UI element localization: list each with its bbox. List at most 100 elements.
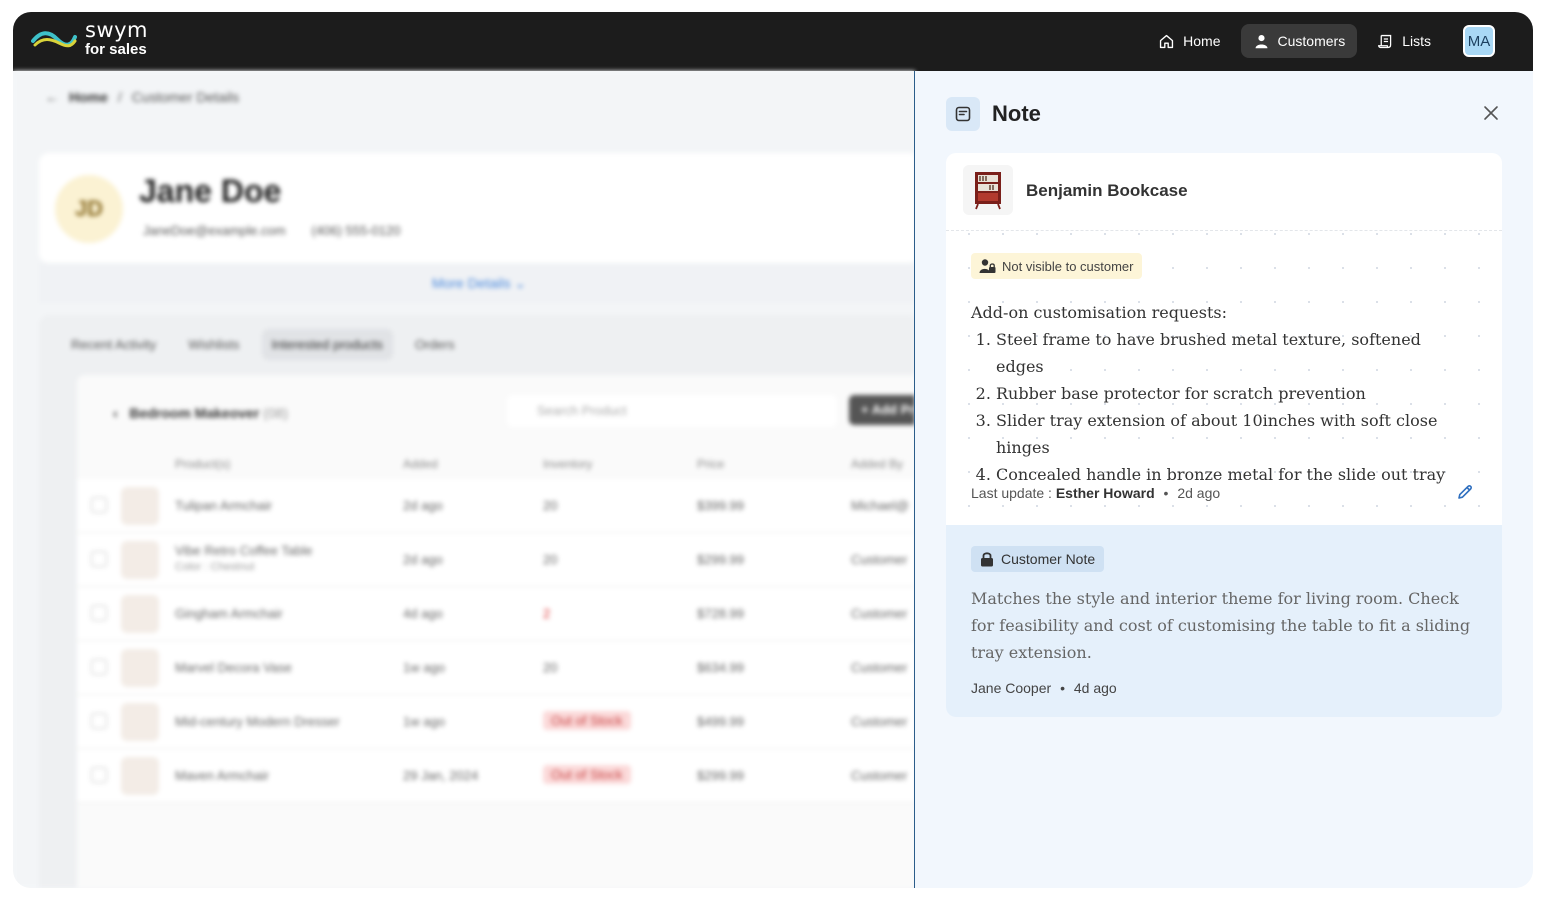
tab-interested-products[interactable]: Interested products [261, 329, 393, 360]
product-header: Benjamin Bookcase [946, 153, 1502, 231]
table-header: Product(s) Added Inventory Price Added B… [77, 449, 915, 479]
added-time: 2d ago [403, 498, 443, 513]
visibility-badge-label: Not visible to customer [1002, 258, 1134, 274]
row-checkbox[interactable] [91, 551, 107, 567]
main-nav: Home Customers Lists MA [1146, 24, 1495, 58]
product-name: Gingham Armchair [175, 606, 283, 621]
table-row[interactable]: Maven Armchair 29 Jan, 2024 Out of Stock… [77, 749, 915, 803]
meta-separator: • [1060, 680, 1065, 696]
row-checkbox[interactable] [91, 605, 107, 621]
product-name: Benjamin Bookcase [1026, 181, 1188, 200]
last-update-label: Last update : [971, 485, 1052, 501]
out-of-stock-badge: Out of Stock [543, 765, 631, 784]
nav-lists-label: Lists [1402, 33, 1431, 49]
row-checkbox[interactable] [91, 713, 107, 729]
breadcrumb: ← Home / Customer Details [45, 89, 239, 105]
logo-wordmark: swym [85, 18, 149, 42]
col-inventory: Inventory [543, 457, 593, 471]
product-thumbnail [121, 649, 159, 687]
table-row[interactable]: Mid-century Modern Dresser 1w ago Out of… [77, 695, 915, 749]
nav-customers-label: Customers [1277, 33, 1346, 49]
customer-name: Jane Doe [139, 173, 282, 209]
product-name: Vibe Retro Coffee Table [175, 543, 313, 558]
chevron-down-icon: ⌄ [510, 274, 527, 291]
tab-recent-activity[interactable]: Recent Activity [61, 329, 166, 360]
product-thumbnail [121, 703, 159, 741]
customer-avatar: JD [55, 175, 123, 243]
customer-note-meta: Jane Cooper • 4d ago [971, 680, 1117, 696]
price: $299.99 [697, 768, 744, 783]
last-update-author: Esther Howard [1055, 485, 1155, 501]
note-content: Add-on customisation requests: Steel fra… [971, 299, 1471, 488]
added-by: Customer [851, 768, 908, 783]
added-by: Customer [851, 552, 908, 567]
products-table: ‹ Bedroom Makeover (08) Search Product +… [77, 375, 915, 888]
inventory: 20 [543, 552, 558, 567]
row-checkbox[interactable] [91, 497, 107, 513]
customer-note-section: Customer Note Matches the style and inte… [946, 525, 1502, 717]
table-row[interactable]: Vibe Retro Coffee Table Color : Chestnut… [77, 533, 915, 587]
customer-profile-card: JD Jane Doe JaneDoe@example.com (406) 55… [39, 153, 915, 263]
col-added-by: Added By [851, 457, 904, 471]
product-name: Marvel Decora Vase [175, 660, 292, 675]
more-details-label: More Details [431, 275, 511, 291]
nav-lists[interactable]: Lists [1365, 24, 1443, 58]
added-time: 29 Jan, 2024 [403, 768, 479, 783]
added-by: Customer [851, 660, 908, 675]
breadcrumb-home[interactable]: Home [69, 89, 108, 105]
product-search-input[interactable]: Search Product [507, 395, 837, 427]
list-back-chevron[interactable]: ‹ [113, 405, 125, 421]
note-panel: Note Benjamin Bookcase Not visible to cu… [915, 71, 1533, 888]
breadcrumb-current: Customer Details [131, 89, 240, 105]
list-item: Slider tray extension of about 10inches … [996, 407, 1471, 461]
table-row[interactable]: Tulipan Armchair 2d ago 20 $399.99 Micha… [77, 479, 915, 533]
swym-logo-icon [31, 30, 77, 47]
customer-note-text: Matches the style and interior theme for… [971, 589, 1471, 662]
out-of-stock-badge: Out of Stock [543, 711, 631, 730]
inventory: 20 [543, 498, 558, 513]
added-time: 1w ago [403, 660, 445, 675]
nav-home[interactable]: Home [1146, 24, 1232, 58]
customer-tabs-container: Recent Activity Wishlists Interested pro… [39, 315, 915, 888]
price: $299.99 [697, 552, 744, 567]
nav-customers[interactable]: Customers [1240, 24, 1358, 58]
row-checkbox[interactable] [91, 767, 107, 783]
panel-title: Note [992, 101, 1041, 126]
visibility-badge: Not visible to customer [971, 253, 1142, 279]
internal-note: Not visible to customer Add-on customisa… [946, 231, 1502, 525]
customer-phone: (406) 555-0120 [311, 223, 401, 238]
swym-logo[interactable]: swym for sales [31, 20, 148, 57]
table-row[interactable]: Marvel Decora Vase 1w ago 20 $634.99 Cus… [77, 641, 915, 695]
bookcase-thumbnail [963, 165, 1013, 215]
tab-orders[interactable]: Orders [405, 329, 465, 360]
list-count: (08) [263, 405, 289, 421]
product-thumbnail [121, 595, 159, 633]
more-details-toggle[interactable]: More Details ⌄ [39, 263, 915, 303]
table-row[interactable]: Gingham Armchair 4d ago 2 $728.99 Custom… [77, 587, 915, 641]
col-products: Product(s) [175, 457, 231, 471]
product-thumbnail [121, 487, 159, 525]
added-by: Customer [851, 714, 908, 729]
note-icon [946, 97, 980, 131]
back-arrow-icon[interactable]: ← [45, 89, 59, 105]
logo-subtitle: for sales [85, 41, 147, 58]
pencil-edit-icon[interactable] [1456, 483, 1474, 501]
home-icon [1160, 34, 1174, 48]
customer-note-badge-label: Customer Note [1001, 551, 1096, 567]
add-product-button[interactable]: + Add Product [849, 395, 915, 425]
customer-note-time: 4d ago [1073, 680, 1117, 696]
tab-wishlists[interactable]: Wishlists [178, 329, 249, 360]
added-time: 1w ago [403, 714, 445, 729]
product-name: Tulipan Armchair [175, 498, 273, 513]
price: $399.99 [697, 498, 744, 513]
added-by: Customer [851, 606, 908, 621]
row-checkbox[interactable] [91, 659, 107, 675]
nav-home-label: Home [1183, 33, 1221, 49]
close-icon[interactable] [1483, 105, 1499, 121]
col-price: Price [697, 457, 725, 471]
breadcrumb-separator: / [117, 89, 122, 105]
customer-tabs: Recent Activity Wishlists Interested pro… [61, 329, 465, 360]
price: $728.99 [697, 606, 744, 621]
col-added[interactable]: Added [403, 457, 438, 471]
user-avatar[interactable]: MA [1463, 25, 1495, 57]
